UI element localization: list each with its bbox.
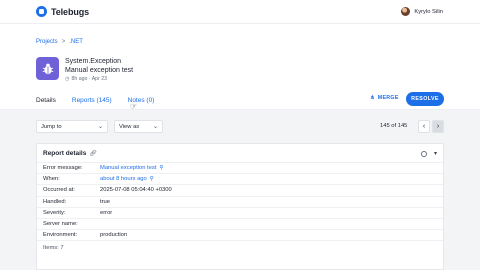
- clock-icon: ◷: [65, 76, 70, 82]
- detail-label: Environment:: [43, 232, 78, 239]
- card-title: Report details: [43, 149, 87, 157]
- items-count: Items: 7: [43, 245, 64, 252]
- view-as-select[interactable]: View as ⌄: [114, 120, 163, 133]
- chevron-down-icon[interactable]: ▾: [434, 150, 437, 157]
- chevron-left-icon: ‹: [422, 123, 426, 130]
- breadcrumb-project[interactable]: .NET: [69, 39, 83, 45]
- resolve-button[interactable]: RESOLVE: [406, 92, 444, 106]
- tab-bar: Details Reports (145) Notes (0): [32, 95, 170, 111]
- top-bar: Telebugs Kyrylo Silin: [0, 0, 480, 24]
- detail-value[interactable]: about 8 hours ago ⚲: [100, 176, 154, 182]
- search-icon[interactable]: ⚲: [150, 176, 154, 182]
- avatar: [401, 7, 411, 16]
- next-page-button[interactable]: ›: [432, 120, 444, 133]
- detail-label: Handled:: [43, 198, 67, 205]
- detail-value-text: about 8 hours ago: [100, 176, 147, 183]
- detail-row: Server name:: [37, 219, 443, 231]
- merge-label: MERGE: [377, 95, 399, 101]
- merge-button[interactable]: ⋔ MERGE: [370, 95, 399, 101]
- detail-value: 2025-07-08 05:04:40 +0300: [100, 187, 172, 194]
- detail-label: Severity:: [43, 209, 66, 216]
- card-header: Report details 🔗︎ ▾: [37, 144, 443, 163]
- gear-icon[interactable]: [420, 150, 427, 157]
- telebugs-logo-icon: [36, 6, 47, 17]
- search-icon[interactable]: ⚲: [159, 165, 163, 171]
- detail-row: Handled: true: [37, 197, 443, 208]
- chevron-down-icon: ⌄: [97, 124, 103, 130]
- detail-label: When:: [43, 176, 60, 183]
- detail-value-text: Manual exception test: [100, 165, 157, 172]
- chevron-down-icon: ⌄: [152, 124, 158, 130]
- pager-count: 145 of 145: [380, 123, 408, 129]
- jump-to-label: Jump to: [41, 123, 62, 130]
- breadcrumb-projects[interactable]: Projects: [36, 39, 58, 45]
- jump-to-select[interactable]: Jump to ⌄: [36, 120, 108, 133]
- detail-label: Occurred at:: [43, 187, 75, 194]
- link-icon[interactable]: 🔗︎: [89, 150, 97, 157]
- tab-reports[interactable]: Reports (145): [72, 95, 112, 109]
- view-as-label: View as: [119, 123, 140, 130]
- detail-row: Severity: error: [37, 208, 443, 219]
- tab-details[interactable]: Details: [32, 95, 60, 111]
- user-name: Kyrylo Silin: [414, 8, 443, 15]
- detail-value: error: [100, 209, 113, 216]
- exception-type: System.Exception: [65, 58, 122, 65]
- detail-value[interactable]: Manual exception test ⚲: [100, 165, 163, 171]
- brand-name: Telebugs: [51, 6, 90, 17]
- breadcrumb: Projects > .NET: [36, 39, 83, 45]
- previous-page-button[interactable]: ‹: [418, 120, 430, 133]
- chevron-right-icon: >: [61, 39, 66, 45]
- card-tools: ▾: [420, 150, 437, 157]
- detail-value: production: [100, 232, 128, 239]
- detail-row: Environment: production: [37, 230, 443, 242]
- detail-label: Error message:: [43, 165, 83, 172]
- detail-label: Server name:: [43, 221, 78, 228]
- brand[interactable]: Telebugs: [36, 6, 89, 17]
- chevron-right-icon: ›: [436, 123, 440, 130]
- exception-time: 8h ago · Apr 23: [71, 76, 108, 82]
- merge-icon: ⋔: [370, 95, 375, 101]
- report-details-card: Report details 🔗︎ ▾ Error message: Manua…: [36, 143, 444, 270]
- detail-row: When: about 8 hours ago ⚲: [37, 174, 443, 186]
- detail-value: true: [100, 198, 110, 205]
- exception-meta: ◷ 8h ago · Apr 23: [65, 76, 107, 82]
- user-menu[interactable]: Kyrylo Silin: [401, 7, 443, 16]
- detail-row: Error message: Manual exception test ⚲: [37, 163, 443, 175]
- detail-row: Occurred at: 2025-07-08 05:04:40 +0300: [37, 185, 443, 197]
- bug-icon: [36, 57, 59, 80]
- exception-message: Manual exception test: [65, 67, 134, 74]
